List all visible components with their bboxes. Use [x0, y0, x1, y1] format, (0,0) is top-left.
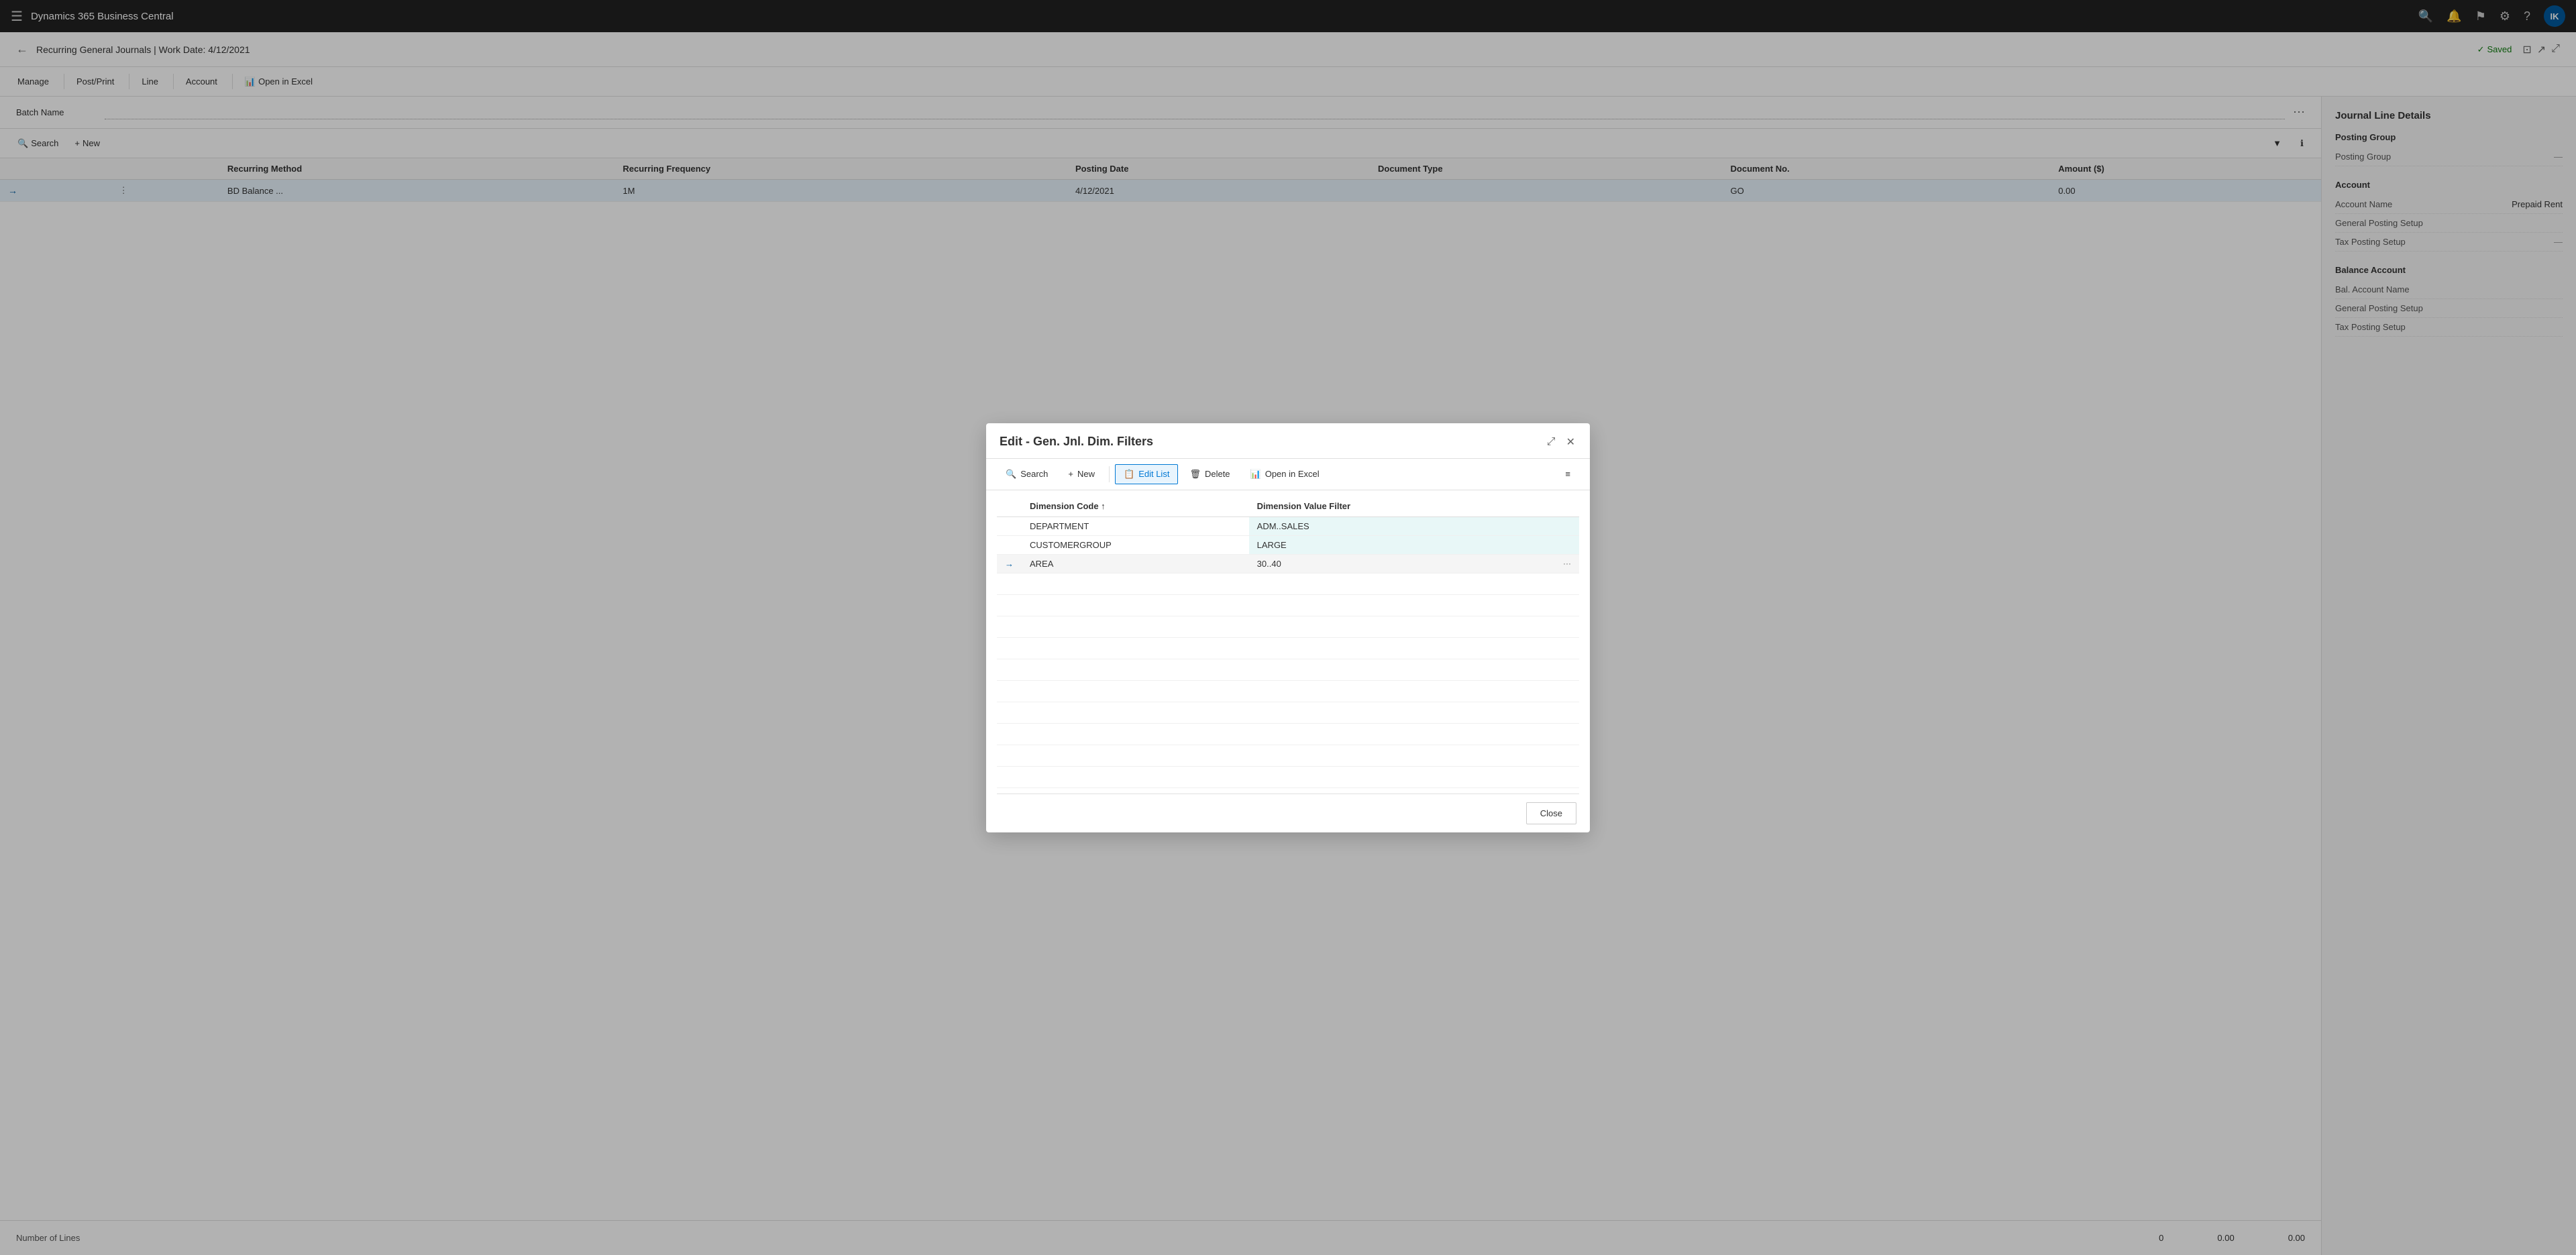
modal-table: Dimension Code ↑ Dimension Value Filter …	[997, 496, 1579, 788]
modal-cell-dim-value-2: LARGE	[1249, 535, 1579, 554]
modal-cell-dim-value-1: ADM..SALES	[1249, 516, 1579, 535]
modal-new-icon: +	[1068, 469, 1073, 479]
modal-table-empty-row	[997, 766, 1579, 787]
modal-delete-icon: 🗑	[1189, 469, 1201, 480]
modal-row-arrow-1	[997, 516, 1022, 535]
modal-col-dimension-value-filter[interactable]: Dimension Value Filter	[1249, 496, 1579, 517]
modal-cell-dimension-code-3: AREA	[1022, 554, 1249, 573]
modal-close-button[interactable]: ✕	[1565, 434, 1576, 450]
modal-edit-list-icon: 📋	[1124, 469, 1134, 480]
modal-table-empty-row	[997, 702, 1579, 723]
modal-table-row[interactable]: DEPARTMENT ADM..SALES	[997, 516, 1579, 535]
modal-open-excel-icon: 📊	[1250, 469, 1261, 480]
modal-col-arrow	[997, 496, 1022, 517]
modal-table-container: Dimension Code ↑ Dimension Value Filter …	[986, 490, 1590, 794]
modal-cell-dimension-code-1: DEPARTMENT	[1022, 516, 1249, 535]
modal-close-footer-button[interactable]: Close	[1526, 802, 1576, 824]
dim-value-input[interactable]	[1257, 559, 1563, 569]
modal-row-arrow-3: →	[997, 554, 1022, 573]
modal-table-row-selected[interactable]: → AREA ···	[997, 554, 1579, 573]
modal-toolbar: 🔍 Search + New 📋 Edit List 🗑 Delete 📊 Op…	[986, 459, 1590, 490]
modal-table-empty-row	[997, 680, 1579, 702]
modal-cell-dim-value-3[interactable]: ···	[1249, 554, 1579, 573]
modal-table-empty-row	[997, 637, 1579, 659]
modal-title: Edit - Gen. Jnl. Dim. Filters	[1000, 435, 1153, 449]
modal-new-button[interactable]: + New	[1059, 464, 1104, 484]
modal-table-empty-row	[997, 723, 1579, 745]
modal-table-empty-row	[997, 745, 1579, 766]
modal-overlay: Edit - Gen. Jnl. Dim. Filters ⤢ ✕ 🔍 Sear…	[0, 0, 2576, 1255]
modal-search-icon: 🔍	[1006, 469, 1016, 480]
modal-table-header-row: Dimension Code ↑ Dimension Value Filter	[997, 496, 1579, 517]
modal-header-actions: ⤢ ✕	[1546, 434, 1576, 450]
modal-open-excel-button[interactable]: 📊 Open in Excel	[1242, 464, 1328, 484]
modal-toolbar-separator	[1109, 466, 1110, 482]
modal-expand-button[interactable]: ⤢	[1546, 435, 1557, 449]
modal-table-empty-row	[997, 573, 1579, 594]
modal-delete-button[interactable]: 🗑 Delete	[1181, 464, 1238, 484]
modal-header: Edit - Gen. Jnl. Dim. Filters ⤢ ✕	[986, 423, 1590, 459]
dim-value-wrapper: ···	[1257, 559, 1571, 569]
modal-table-row[interactable]: CUSTOMERGROUP LARGE	[997, 535, 1579, 554]
dim-ellipsis-button[interactable]: ···	[1563, 559, 1571, 568]
modal-settings-button[interactable]: ≡	[1556, 464, 1579, 484]
modal-row-arrow-2	[997, 535, 1022, 554]
modal-settings-icon: ≡	[1565, 469, 1570, 479]
modal-table-empty-row	[997, 594, 1579, 616]
modal-col-dimension-code[interactable]: Dimension Code ↑	[1022, 496, 1249, 517]
modal-table-empty-row	[997, 616, 1579, 637]
modal-dialog: Edit - Gen. Jnl. Dim. Filters ⤢ ✕ 🔍 Sear…	[986, 423, 1590, 832]
modal-cell-dimension-code-2: CUSTOMERGROUP	[1022, 535, 1249, 554]
modal-search-button[interactable]: 🔍 Search	[997, 464, 1057, 484]
modal-table-empty-row	[997, 659, 1579, 680]
modal-edit-list-button[interactable]: 📋 Edit List	[1115, 464, 1178, 484]
modal-footer: Close	[986, 794, 1590, 832]
